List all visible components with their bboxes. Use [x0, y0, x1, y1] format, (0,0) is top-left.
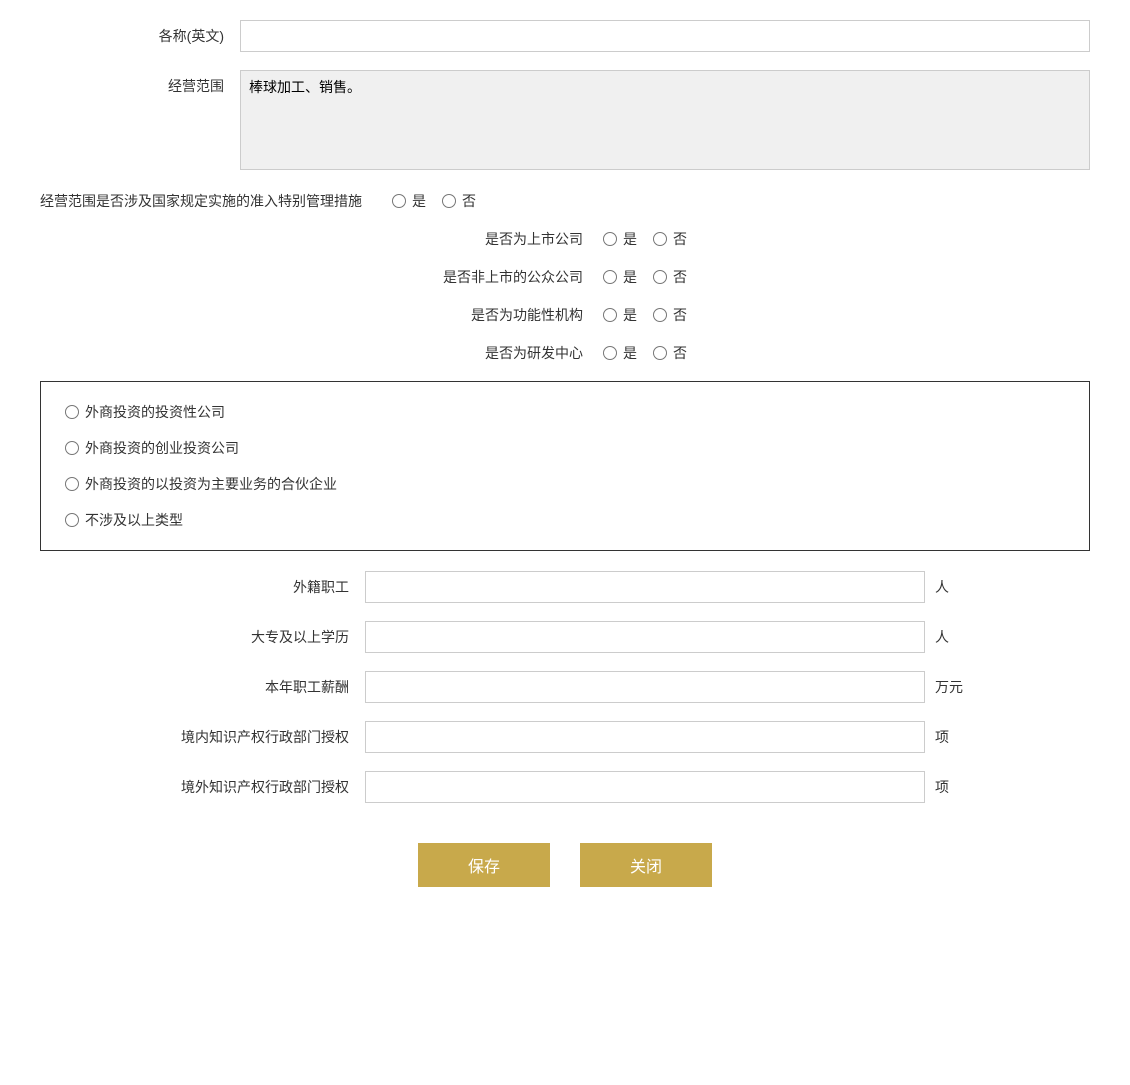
business-scope-wrapper: 棒球加工、销售。	[240, 70, 1090, 173]
rd-yes-label[interactable]: 是	[623, 343, 637, 363]
fi-label-3: 不涉及以上类型	[85, 510, 183, 530]
functional-yes-label[interactable]: 是	[623, 305, 637, 325]
foreign-ip-label: 境外知识产权行政部门授权	[165, 777, 365, 797]
foreign-workers-suffix: 人	[935, 577, 965, 597]
annual-salary-suffix: 万元	[935, 677, 965, 697]
foreign-ip-suffix: 项	[935, 777, 965, 797]
college-degree-input[interactable]	[365, 621, 925, 653]
special-mgmt-yes[interactable]: 是	[392, 191, 426, 211]
listed-no-label[interactable]: 否	[673, 229, 687, 249]
close-button[interactable]: 关闭	[580, 843, 712, 887]
annual-salary-input[interactable]	[365, 671, 925, 703]
non-listed-public-radios: 是 否	[603, 267, 687, 287]
special-mgmt-no[interactable]: 否	[442, 191, 476, 211]
business-scope-label: 经营范围	[40, 70, 240, 96]
form-container: 各称(英文) 经营范围 棒球加工、销售。 经营范围是否涉及国家规定实施的准入特别…	[40, 20, 1090, 917]
domestic-ip-input[interactable]	[365, 721, 925, 753]
annual-salary-row: 本年职工薪酬 万元	[40, 671, 1090, 703]
special-mgmt-label: 经营范围是否涉及国家规定实施的准入特别管理措施	[40, 191, 362, 211]
button-row: 保存 关闭	[40, 843, 1090, 917]
listed-company-no[interactable]: 否	[653, 229, 687, 249]
foreign-workers-label: 外籍职工	[165, 577, 365, 597]
listed-company-label: 是否为上市公司	[443, 229, 603, 249]
foreign-ip-input[interactable]	[365, 771, 925, 803]
domestic-ip-label: 境内知识产权行政部门授权	[165, 727, 365, 747]
fi-option-1[interactable]: 外商投资的创业投资公司	[65, 438, 1065, 458]
functional-org-no[interactable]: 否	[653, 305, 687, 325]
fi-option-3[interactable]: 不涉及以上类型	[65, 510, 1065, 530]
functional-no-label[interactable]: 否	[673, 305, 687, 325]
listed-company-radios: 是 否	[603, 229, 687, 249]
save-button[interactable]: 保存	[418, 843, 550, 887]
functional-org-row: 是否为功能性机构 是 否	[40, 305, 1090, 325]
non-listed-public-row: 是否非上市的公众公司 是 否	[40, 267, 1090, 287]
rd-center-radios: 是 否	[603, 343, 687, 363]
rd-center-label: 是否为研发中心	[443, 343, 603, 363]
english-name-row: 各称(英文)	[40, 20, 1090, 52]
foreign-ip-row: 境外知识产权行政部门授权 项	[40, 771, 1090, 803]
special-mgmt-no-label[interactable]: 否	[462, 191, 476, 211]
college-degree-label: 大专及以上学历	[165, 627, 365, 647]
fi-label-0: 外商投资的投资性公司	[85, 402, 225, 422]
rd-center-row: 是否为研发中心 是 否	[40, 343, 1090, 363]
foreign-workers-input[interactable]	[365, 571, 925, 603]
listed-yes-label[interactable]: 是	[623, 229, 637, 249]
rd-center-no[interactable]: 否	[653, 343, 687, 363]
functional-org-radios: 是 否	[603, 305, 687, 325]
foreign-workers-row: 外籍职工 人	[40, 571, 1090, 603]
english-name-input[interactable]	[240, 20, 1090, 52]
functional-org-label: 是否为功能性机构	[443, 305, 603, 325]
special-mgmt-row: 经营范围是否涉及国家规定实施的准入特别管理措施 是 否	[40, 191, 1090, 211]
annual-salary-label: 本年职工薪酬	[165, 677, 365, 697]
special-mgmt-yes-label[interactable]: 是	[412, 191, 426, 211]
fi-option-0[interactable]: 外商投资的投资性公司	[65, 402, 1065, 422]
special-mgmt-radios: 是 否	[392, 191, 476, 211]
business-scope-textarea[interactable]: 棒球加工、销售。	[240, 70, 1090, 170]
fi-label-1: 外商投资的创业投资公司	[85, 438, 239, 458]
foreign-investment-box: 外商投资的投资性公司 外商投资的创业投资公司 外商投资的以投资为主要业务的合伙企…	[40, 381, 1090, 551]
non-listed-yes-label[interactable]: 是	[623, 267, 637, 287]
domestic-ip-row: 境内知识产权行政部门授权 项	[40, 721, 1090, 753]
domestic-ip-suffix: 项	[935, 727, 965, 747]
business-scope-row: 经营范围 棒球加工、销售。	[40, 70, 1090, 173]
rd-no-label[interactable]: 否	[673, 343, 687, 363]
fi-label-2: 外商投资的以投资为主要业务的合伙企业	[85, 474, 337, 494]
rd-center-yes[interactable]: 是	[603, 343, 637, 363]
listed-company-row: 是否为上市公司 是 否	[40, 229, 1090, 249]
non-listed-public-label: 是否非上市的公众公司	[443, 267, 603, 287]
college-degree-row: 大专及以上学历 人	[40, 621, 1090, 653]
fi-option-2[interactable]: 外商投资的以投资为主要业务的合伙企业	[65, 474, 1065, 494]
functional-org-yes[interactable]: 是	[603, 305, 637, 325]
college-degree-suffix: 人	[935, 627, 965, 647]
listed-company-yes[interactable]: 是	[603, 229, 637, 249]
non-listed-no[interactable]: 否	[653, 267, 687, 287]
non-listed-yes[interactable]: 是	[603, 267, 637, 287]
non-listed-no-label[interactable]: 否	[673, 267, 687, 287]
english-name-label: 各称(英文)	[40, 26, 240, 46]
